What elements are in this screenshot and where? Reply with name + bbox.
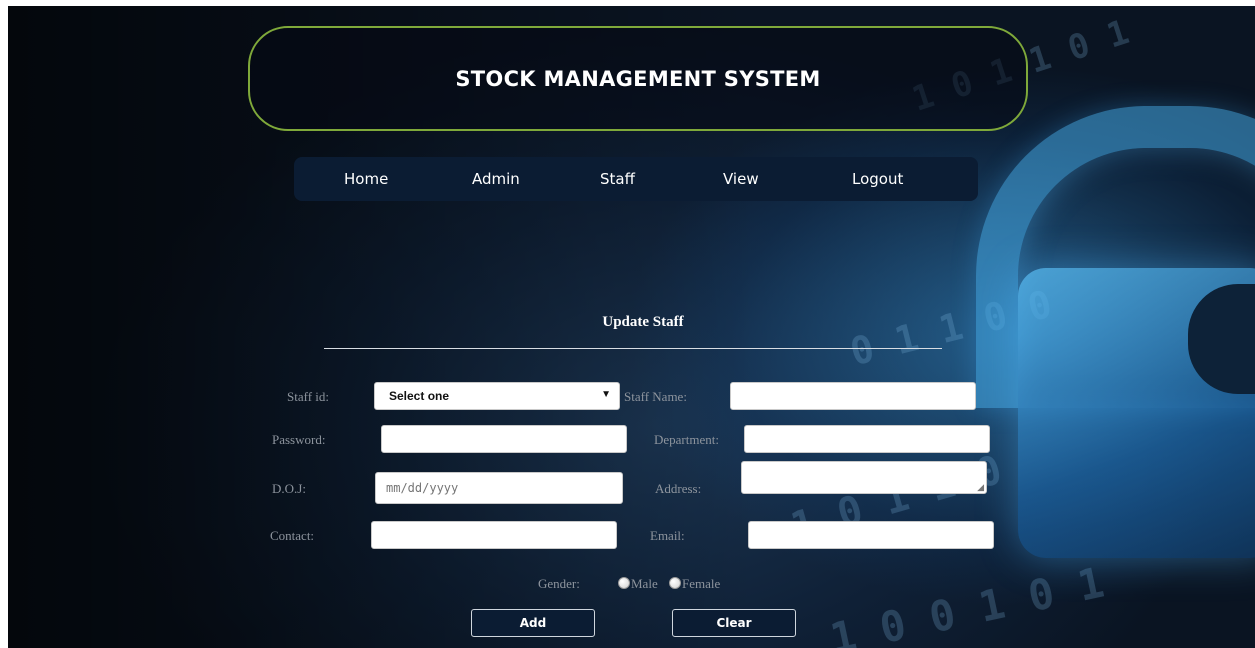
doj-label: D.O.J:	[272, 481, 306, 496]
nav-home[interactable]: Home	[344, 157, 388, 201]
contact-input[interactable]	[371, 521, 617, 549]
gender-male-label: Male	[631, 576, 658, 591]
address-textarea[interactable]: ◢	[741, 461, 987, 494]
email-label: Email:	[650, 528, 685, 543]
form-title: Update Staff	[602, 314, 684, 330]
page-background: 1 0 1 1 0 1 0 1 1 0 0 1 0 1 1 0 1 0 0 1 …	[8, 6, 1255, 648]
password-label: Password:	[272, 432, 326, 447]
email-input[interactable]	[748, 521, 994, 549]
doj-date-input[interactable]	[375, 472, 623, 504]
nav-admin[interactable]: Admin	[472, 157, 520, 201]
add-button[interactable]: Add	[471, 609, 595, 637]
title-divider	[324, 348, 942, 349]
gender-label: Gender:	[538, 576, 580, 591]
gender-female-radio[interactable]	[669, 577, 681, 589]
resize-handle-icon[interactable]: ◢	[977, 483, 984, 492]
chevron-down-icon: ▼	[601, 389, 611, 400]
staff-id-label: Staff id:	[287, 389, 330, 404]
staff-name-input[interactable]	[730, 382, 976, 410]
department-input[interactable]	[744, 425, 990, 453]
staff-id-select[interactable]: Select one ▼	[374, 382, 620, 410]
gender-female-label: Female	[682, 576, 721, 591]
department-label: Department:	[654, 432, 719, 447]
staff-id-selected-value: Select one	[389, 389, 450, 403]
site-title: STOCK MANAGEMENT SYSTEM	[455, 66, 821, 91]
clear-button[interactable]: Clear	[672, 609, 796, 637]
nav-logout[interactable]: Logout	[852, 157, 903, 201]
gender-male-radio[interactable]	[618, 577, 630, 589]
contact-label: Contact:	[270, 528, 315, 543]
staff-name-label: Staff Name:	[624, 389, 687, 404]
nav-staff[interactable]: Staff	[600, 157, 635, 201]
password-input[interactable]	[381, 425, 627, 453]
main-navigation: Home Admin Staff View Logout	[294, 157, 978, 201]
background-digits: 1 0 0 1 0 1	[825, 557, 1109, 648]
nav-view[interactable]: View	[723, 157, 759, 201]
address-label: Address:	[655, 481, 702, 496]
site-header: STOCK MANAGEMENT SYSTEM	[248, 26, 1028, 131]
